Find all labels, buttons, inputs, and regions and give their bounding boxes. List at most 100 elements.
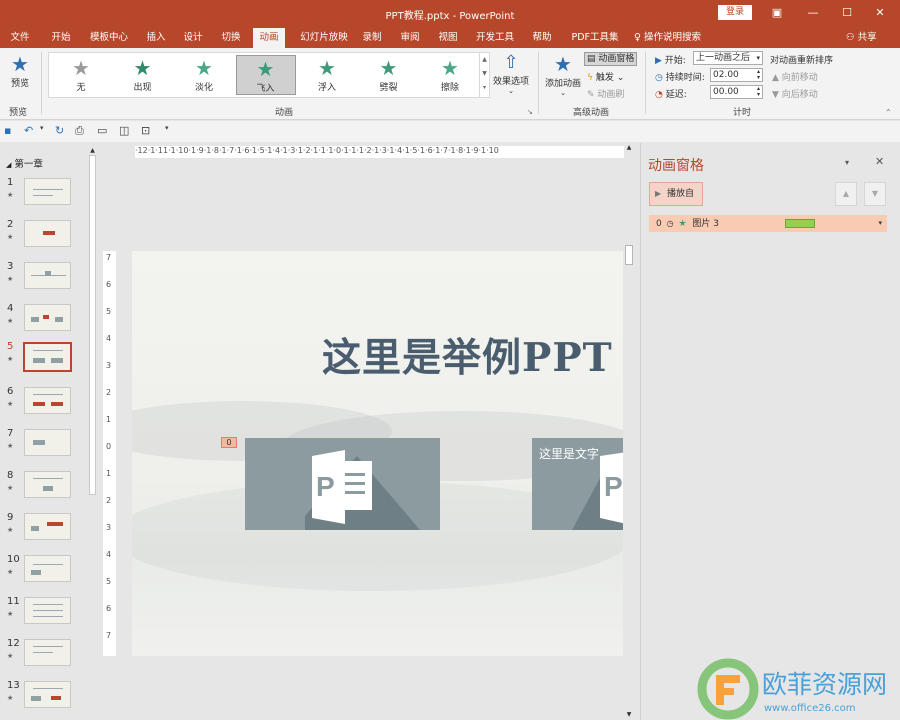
tab-5[interactable]: 切换 (219, 28, 243, 48)
thumbnail-scrollbar[interactable]: ▲ (88, 147, 97, 719)
item-dropdown-icon[interactable]: ▾ (878, 215, 882, 232)
tab-10[interactable]: 视图 (436, 28, 460, 48)
slide-thumbnail[interactable] (24, 387, 71, 414)
scroll-thumb[interactable] (625, 245, 633, 265)
section-name: 第一章 (14, 159, 43, 170)
move-earlier-button[interactable]: ▲ 向前移动 (772, 70, 818, 83)
animation-pane-button[interactable]: ▤ 动画窗格 (584, 52, 638, 66)
slide-thumbnail[interactable] (24, 597, 71, 624)
undo-dropdown-icon[interactable]: ▾ (40, 124, 44, 132)
tab-13[interactable]: PDF工具集 (569, 28, 621, 48)
trigger-button[interactable]: ϟ 触发 ⌄ (587, 70, 624, 83)
tab-3[interactable]: 插入 (144, 28, 168, 48)
screen-icon[interactable]: ⊡ (141, 124, 150, 137)
slide-thumbnail[interactable] (24, 681, 71, 708)
presentation-icon[interactable]: ⎙ (75, 124, 84, 138)
slide-canvas[interactable]: 这里是举例PPT 0 P P 这里是文字 (132, 251, 623, 656)
delay-input[interactable]: 00.00 ▴ ▾ (710, 85, 763, 99)
tell-me-search[interactable]: ♀ 操作说明搜索 (634, 28, 701, 48)
spinner-icon[interactable]: ▴ ▾ (757, 86, 760, 98)
gallery-scroll[interactable]: ▲ ▼ ▾ (479, 53, 489, 97)
preview-button[interactable]: ★ 预览 (4, 52, 36, 89)
move-later-button[interactable]: ▼ 向后移动 (772, 87, 818, 100)
customize-qat-icon[interactable]: ▾ (165, 124, 169, 132)
svg-text:P: P (316, 471, 335, 502)
scroll-up-icon[interactable]: ▲ (88, 147, 97, 154)
editor-scrollbar[interactable]: ▲ ▼ (624, 143, 634, 720)
slide-thumbnail[interactable] (24, 471, 71, 498)
group-timing-label: 计时 (733, 108, 752, 118)
move-up-button[interactable]: ▲ (835, 182, 857, 206)
close-pane-icon[interactable]: ✕ (875, 155, 884, 168)
play-from-button[interactable]: ▶ 播放自 (649, 182, 703, 206)
save-icon[interactable]: ▪ (4, 124, 11, 137)
tab-2[interactable]: 模板中心 (86, 28, 132, 48)
slide-thumbnail[interactable] (24, 639, 71, 666)
thumbnail-shape (33, 610, 63, 611)
clock-icon: ◷ (666, 219, 674, 228)
tab-4[interactable]: 设计 (181, 28, 205, 48)
tab-8[interactable]: 录制 (360, 28, 384, 48)
start-select[interactable]: 上一动画之后 ▾ (693, 51, 763, 65)
animation-item[interactable]: 0 ◷ ★ 图片 3 ▾ (649, 215, 887, 232)
slide-thumbnail[interactable] (24, 429, 71, 456)
camera-icon[interactable]: ◫ (119, 124, 129, 137)
animation-option-4[interactable]: ★ 浮入 (297, 55, 357, 95)
thumbnail-shape (51, 358, 63, 363)
animation-option-5[interactable]: ★ 劈裂 (359, 55, 419, 95)
duration-input[interactable]: 02.00 ▴ ▾ (710, 68, 763, 82)
thumbnail-shape (33, 358, 45, 363)
tab-1[interactable]: 开始 (47, 28, 75, 48)
animation-order-tag[interactable]: 0 (221, 437, 237, 448)
maximize-icon[interactable]: ☐ (837, 5, 857, 21)
collapse-ribbon-icon[interactable]: ⌃ (885, 108, 892, 117)
share-button[interactable]: ⚇ 共享 (846, 28, 877, 48)
scroll-up-icon[interactable]: ▲ (624, 144, 634, 151)
slide-thumbnail[interactable] (24, 262, 71, 289)
scroll-down-icon[interactable]: ▼ (624, 711, 634, 718)
ruler-tick: 2 (106, 496, 112, 505)
animation-star-icon: ★ (441, 56, 459, 80)
slide-title[interactable]: 这里是举例PPT (322, 327, 613, 383)
minimize-icon[interactable]: — (803, 5, 823, 21)
spinner-icon[interactable]: ▴ ▾ (757, 69, 760, 81)
slide-thumbnail[interactable] (23, 342, 72, 372)
tab-0[interactable]: 文件 (6, 28, 34, 48)
picture-caption[interactable]: 这里是文字 (539, 445, 599, 462)
animation-option-6[interactable]: ★ 擦除 (420, 55, 480, 95)
pane-title: 动画窗格 (648, 158, 704, 174)
section-header[interactable]: ◢ 第一章 (6, 156, 43, 170)
add-animation-button[interactable]: ★ 添加动画 ⌄ (543, 52, 583, 97)
slide-thumbnail[interactable] (24, 178, 71, 205)
close-icon[interactable]: ✕ (870, 5, 890, 21)
animation-painter-button[interactable]: ✎ 动画刷 (587, 87, 624, 100)
undo-icon[interactable]: ↶ (24, 124, 33, 137)
redo-icon[interactable]: ↻ (55, 124, 64, 137)
login-button[interactable]: 登录 (718, 5, 752, 20)
scroll-thumb[interactable] (89, 155, 96, 495)
pane-options-icon[interactable]: ▾ (845, 158, 849, 167)
picture-3[interactable]: P (245, 438, 440, 530)
slide-thumbnail[interactable] (24, 220, 71, 247)
move-down-button[interactable]: ▼ (864, 182, 886, 206)
animation-option-1[interactable]: ★ 出现 (113, 55, 173, 95)
tab-12[interactable]: 帮助 (530, 28, 554, 48)
animation-option-0[interactable]: ★ 无 (51, 55, 111, 95)
slide-thumbnail[interactable] (24, 304, 71, 331)
animation-option-3[interactable]: ★ 飞入 (235, 55, 296, 95)
tab-9[interactable]: 审阅 (398, 28, 422, 48)
effect-options-button[interactable]: ⇧ 效果选项 ⌄ (492, 52, 530, 95)
delay-label: 延迟: (665, 90, 687, 100)
dialog-launcher-icon[interactable]: ↘ (527, 108, 533, 116)
slide-thumbnail[interactable] (24, 513, 71, 540)
collapse-triangle-icon: ◢ (6, 161, 12, 169)
thumbnail-shape (51, 402, 63, 406)
animation-option-2[interactable]: ★ 淡化 (174, 55, 234, 95)
tab-6[interactable]: 动画 (253, 28, 285, 48)
image-icon[interactable]: ▭ (97, 124, 107, 137)
tab-11[interactable]: 开发工具 (475, 28, 515, 48)
tab-7[interactable]: 幻灯片放映 (297, 28, 351, 48)
ribbon-display-icon[interactable]: ▣ (767, 5, 787, 21)
animation-star-icon: ★ (379, 56, 398, 80)
slide-thumbnail[interactable] (24, 555, 71, 582)
